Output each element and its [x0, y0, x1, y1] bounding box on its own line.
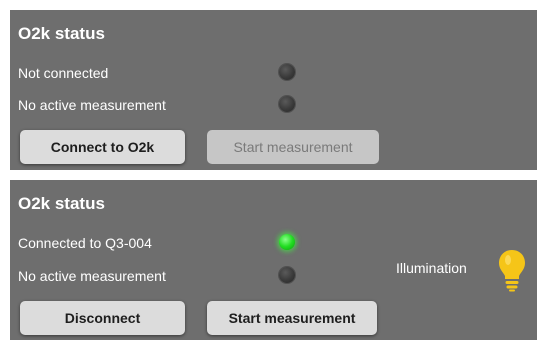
o2k-status-panel-connected: O2k status Connected to Q3-004 No active… — [10, 180, 537, 340]
lightbulb-icon[interactable] — [498, 248, 526, 292]
start-measurement-button[interactable]: Start measurement — [207, 301, 377, 335]
connect-to-o2k-button[interactable]: Connect to O2k — [20, 130, 185, 164]
measurement-status-led-icon — [279, 267, 295, 283]
o2k-status-panel-disconnected: O2k status Not connected No active measu… — [10, 10, 537, 170]
measurement-status-led-icon — [279, 96, 295, 112]
connection-status-text: Connected to Q3-004 — [18, 235, 152, 251]
measurement-status-text: No active measurement — [18, 97, 166, 113]
illumination-label: Illumination — [396, 260, 467, 276]
panel-title: O2k status — [18, 24, 105, 43]
start-measurement-button[interactable]: Start measurement — [207, 130, 379, 164]
connection-status-led-icon — [279, 64, 295, 80]
disconnect-button[interactable]: Disconnect — [20, 301, 185, 335]
panel-title: O2k status — [18, 194, 105, 213]
connection-status-led-icon — [279, 234, 295, 250]
connection-status-text: Not connected — [18, 65, 109, 81]
measurement-status-text: No active measurement — [18, 268, 166, 284]
